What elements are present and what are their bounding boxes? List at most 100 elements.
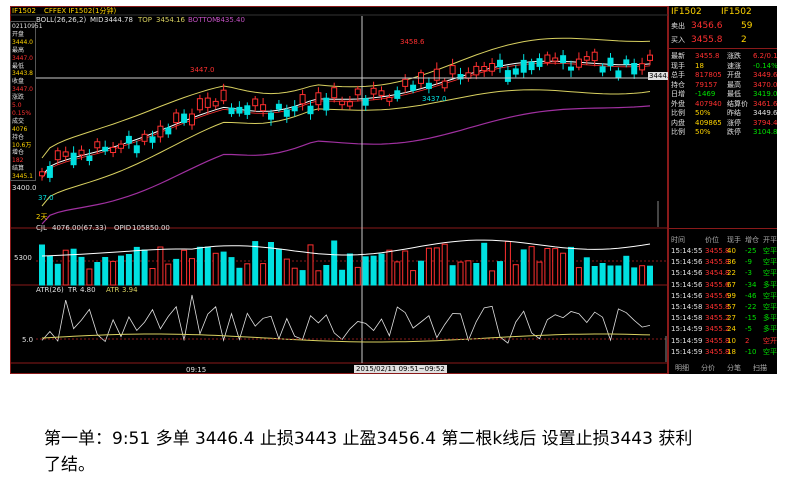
volume-bar (331, 240, 338, 286)
candle-body (568, 66, 574, 71)
bar-count-label: 2天 (36, 213, 48, 221)
bar-info-item: 最低 (12, 62, 25, 70)
tr-label: TR (68, 286, 78, 294)
volume-bar (615, 265, 622, 286)
quote-stat-cell: 内盘 (671, 118, 685, 127)
candle-body (157, 125, 164, 138)
candle-body (228, 107, 235, 115)
volume-bar (315, 270, 322, 286)
quote-stat-cell: 3455.8 (695, 52, 720, 60)
boll-bottom-line (41, 89, 651, 207)
bottom-band-line (41, 105, 651, 225)
volume-bar (441, 243, 448, 286)
candle-body (528, 61, 535, 71)
candle-body (575, 58, 582, 68)
tick-tab[interactable]: 扫描 (753, 364, 767, 372)
ask-price: 3456.6 (691, 21, 723, 31)
volume-bar (386, 249, 393, 286)
volume-axis-label: 5300 (14, 254, 32, 262)
cjl-label: CJL (36, 224, 47, 232)
candle-body (307, 105, 314, 115)
candle-body (560, 55, 567, 64)
volume-bar (125, 254, 132, 286)
candle-body (370, 87, 377, 95)
volume-bar (283, 258, 290, 286)
candle-body (196, 98, 203, 111)
atr-value: 3.94 (122, 286, 138, 294)
quote-stat-cell: 3470.0 (753, 80, 777, 89)
bar-info-item: 开盘 (12, 30, 25, 38)
bar-info-item: 10.6万 (12, 141, 32, 149)
candle-body (291, 106, 298, 112)
marker-high-2: 3458.6 (400, 38, 425, 46)
candle-body (118, 143, 124, 149)
tick-tab[interactable]: 分笔 (727, 364, 741, 372)
tick-tab[interactable]: 明细 (675, 364, 689, 372)
candle-body (473, 65, 480, 76)
tick-tab[interactable]: 分价 (701, 364, 715, 372)
tick-cell: 15:14:56 (671, 291, 703, 300)
tick-cell: 空平 (763, 291, 777, 300)
volume-bar (181, 249, 188, 286)
boll-mid-label: MID (90, 16, 104, 24)
bar-info-item: 收盘 (12, 78, 25, 86)
time-axis-cursor: 2015/02/11 09:51~09:52 (354, 365, 447, 373)
volume-bar (46, 255, 53, 286)
contract-title: IF1502 (12, 7, 36, 15)
candle-body (410, 84, 417, 91)
volume-bar (402, 250, 409, 286)
kline-chart-window[interactable]: IF1502 CFFEX IF1502(1分钟) BOLL(26,26,2) M… (10, 6, 668, 374)
candle-body (39, 171, 45, 177)
tick-cell: 空平 (763, 247, 777, 255)
volume-bar (323, 265, 330, 286)
trade-note-line-2: 了结。 (44, 455, 95, 475)
volume-bar (54, 263, 61, 286)
candle-body (315, 92, 322, 106)
bar-info-item: 182 (12, 157, 24, 165)
quote-stat-cell: 3419.0 (753, 90, 777, 98)
quote-stat-cell: 最低 (727, 90, 741, 98)
tick-cell: -5 (745, 325, 752, 334)
tick-cell: 15:14:58 (671, 303, 703, 311)
candle-body (165, 127, 172, 135)
time-axis-start: 09:15 (186, 366, 207, 374)
tick-cell: 3455.8 (705, 247, 730, 255)
tick-cell: 15:14:56 (671, 258, 703, 267)
quote-stat-cell: 涨停 (727, 118, 741, 127)
quote-stat-cell: 开盘 (727, 71, 741, 79)
candle-body (244, 105, 251, 115)
candle-body (268, 112, 274, 120)
quote-stat-cell: 817805 (695, 71, 722, 79)
tick-cell: 多平 (763, 314, 777, 323)
volume-bar (133, 246, 140, 286)
volume-bar (489, 270, 496, 286)
cjl-value: 4076.00(67.33) (52, 224, 107, 232)
candle-body (252, 98, 259, 107)
ma-line (41, 62, 651, 179)
volume-bar (212, 252, 219, 286)
candle-body (173, 112, 180, 124)
cursor-price-tag: 3444.1 (648, 72, 668, 80)
candle-body (512, 68, 519, 75)
tick-cell: 空平 (763, 269, 777, 278)
bar-info-box: 02110951 开盘 3444.0 最高 3447.0 最低 3443.8 收盘 3447.0… (10, 21, 43, 181)
bar-info-item: 最高 (12, 46, 25, 54)
quote-stat-cell: 速涨 (727, 61, 741, 70)
candle-body (647, 54, 653, 61)
candle-body (520, 59, 527, 73)
bid-volume: 2 (741, 35, 747, 45)
tick-cell: 3455.8 (705, 347, 730, 356)
quote-stat-cell: 外盘 (671, 99, 685, 108)
kline-chart-canvas[interactable] (10, 6, 668, 374)
quote-stat-cell: 3104.8 (753, 128, 777, 136)
boll-bottom-value: 3435.40 (216, 16, 245, 24)
volume-bar (457, 261, 464, 286)
quote-stat-cell: 407940 (695, 99, 722, 108)
quote-stat-cell: 比例 (671, 109, 685, 117)
tick-cell: 99 (727, 291, 736, 300)
candle-body (275, 103, 282, 110)
volume-bar (102, 257, 109, 286)
quote-title-1: IF1502 (671, 7, 702, 17)
bar-info-item: 4076 (12, 125, 28, 133)
bar-info-item: 结算 (12, 165, 25, 173)
